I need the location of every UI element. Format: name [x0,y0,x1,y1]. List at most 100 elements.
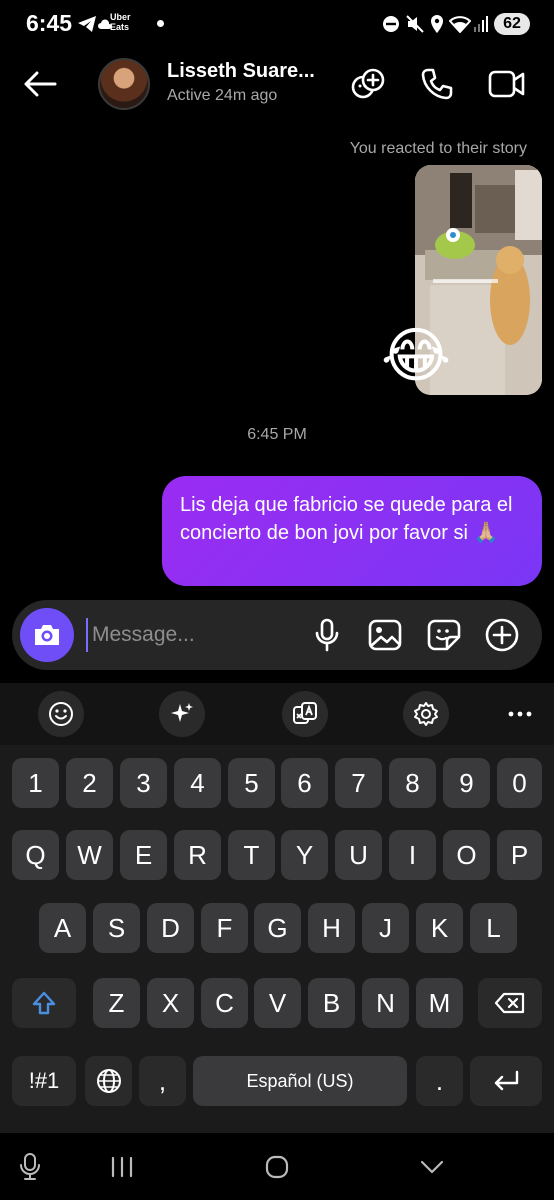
mute-icon [404,12,426,36]
camera-button[interactable] [20,608,74,662]
video-icon [488,70,525,98]
voice-call-button[interactable] [417,64,457,104]
key-u[interactable]: U [335,830,382,880]
enter-icon [494,1070,519,1091]
translate-button[interactable] [282,691,328,737]
keyboard-settings-button[interactable] [403,691,449,737]
shift-icon [32,991,56,1015]
key-s[interactable]: S [93,903,140,953]
telegram-icon [76,12,98,36]
contact-name[interactable]: Lisseth Suare... [167,60,327,83]
period-key[interactable]: . [416,1056,463,1106]
key-3[interactable]: 3 [120,758,167,808]
key-5[interactable]: 5 [228,758,275,808]
shift-key[interactable] [12,978,76,1028]
add-people-icon [351,68,385,99]
sticker-icon [427,619,461,651]
ai-tools-button[interactable] [159,691,205,737]
image-icon [368,619,402,651]
key-e[interactable]: E [120,830,167,880]
sticker-button[interactable] [425,616,463,654]
voice-message-button[interactable] [308,616,346,654]
key-1[interactable]: 1 [12,758,59,808]
key-0[interactable]: 0 [497,758,542,808]
key-v[interactable]: V [254,978,301,1028]
status-bar: 6:45 Uber Eats 62 [0,0,554,50]
wifi-icon [449,12,471,36]
language-key[interactable] [85,1056,132,1106]
key-r[interactable]: R [174,830,221,880]
key-6[interactable]: 6 [281,758,328,808]
battery-indicator: 62 [494,13,530,35]
hide-keyboard-button[interactable] [412,1149,452,1185]
gallery-button[interactable] [366,616,404,654]
key-p[interactable]: P [497,830,542,880]
navigation-bar [0,1133,554,1200]
home-icon [265,1155,289,1179]
story-reaction-caption: You reacted to their story [349,140,527,157]
emoji-icon [49,702,73,726]
recent-apps-button[interactable] [102,1149,142,1185]
gear-icon [414,702,438,726]
sent-message-bubble[interactable]: Lis deja que fabricio se quede para el c… [162,476,542,586]
key-l[interactable]: L [470,903,517,953]
chevron-down-icon [420,1160,444,1174]
key-9[interactable]: 9 [443,758,490,808]
key-j[interactable]: J [362,903,409,953]
contact-status: Active 24m ago [167,87,278,104]
more-dots-icon [508,711,532,717]
key-f[interactable]: F [201,903,248,953]
plus-circle-icon [485,618,519,652]
key-g[interactable]: G [254,903,301,953]
home-button[interactable] [257,1149,297,1185]
phone-icon [421,68,453,100]
key-c[interactable]: C [201,978,248,1028]
key-h[interactable]: H [308,903,355,953]
message-timestamp: 6:45 PM [247,426,307,443]
key-k[interactable]: K [416,903,463,953]
key-7[interactable]: 7 [335,758,382,808]
toolbar-more-button[interactable] [500,691,540,737]
backspace-key[interactable] [478,978,542,1028]
message-input[interactable] [86,618,286,652]
key-q[interactable]: Q [12,830,59,880]
more-options-button[interactable] [483,616,521,654]
space-key[interactable]: Español (US) [193,1056,407,1106]
backspace-icon [494,992,525,1014]
enter-key[interactable] [470,1056,542,1106]
story-reaction-emoji: 😂 [380,322,452,389]
key-n[interactable]: N [362,978,409,1028]
emoji-button[interactable] [38,691,84,737]
uber-eats-icon: Uber Eats [110,12,131,32]
key-a[interactable]: A [39,903,86,953]
key-4[interactable]: 4 [174,758,221,808]
symbols-key[interactable]: !#1 [12,1056,76,1106]
signal-icon [472,12,490,36]
key-d[interactable]: D [147,903,194,953]
recents-icon [111,1156,133,1178]
key-m[interactable]: M [416,978,463,1028]
video-call-button[interactable] [487,64,527,104]
comma-key[interactable]: , [139,1056,186,1106]
key-y[interactable]: Y [281,830,328,880]
key-8[interactable]: 8 [389,758,436,808]
translate-icon [293,702,317,724]
sparkle-icon [171,703,193,722]
globe-icon [96,1069,121,1093]
key-t[interactable]: T [228,830,275,880]
avatar[interactable] [98,58,150,110]
keyboard: 1 2 3 4 5 6 7 8 9 0 Q W E R T Y U I O P … [0,683,554,1133]
key-o[interactable]: O [443,830,490,880]
back-button[interactable] [18,64,62,104]
location-icon [428,12,446,36]
key-2[interactable]: 2 [66,758,113,808]
key-w[interactable]: W [66,830,113,880]
key-i[interactable]: I [389,830,436,880]
key-b[interactable]: B [308,978,355,1028]
add-people-button[interactable] [349,64,389,104]
message-composer [12,600,542,670]
voice-input-button[interactable] [10,1149,50,1185]
key-z[interactable]: Z [93,978,140,1028]
key-x[interactable]: X [147,978,194,1028]
microphone-icon [315,618,339,652]
